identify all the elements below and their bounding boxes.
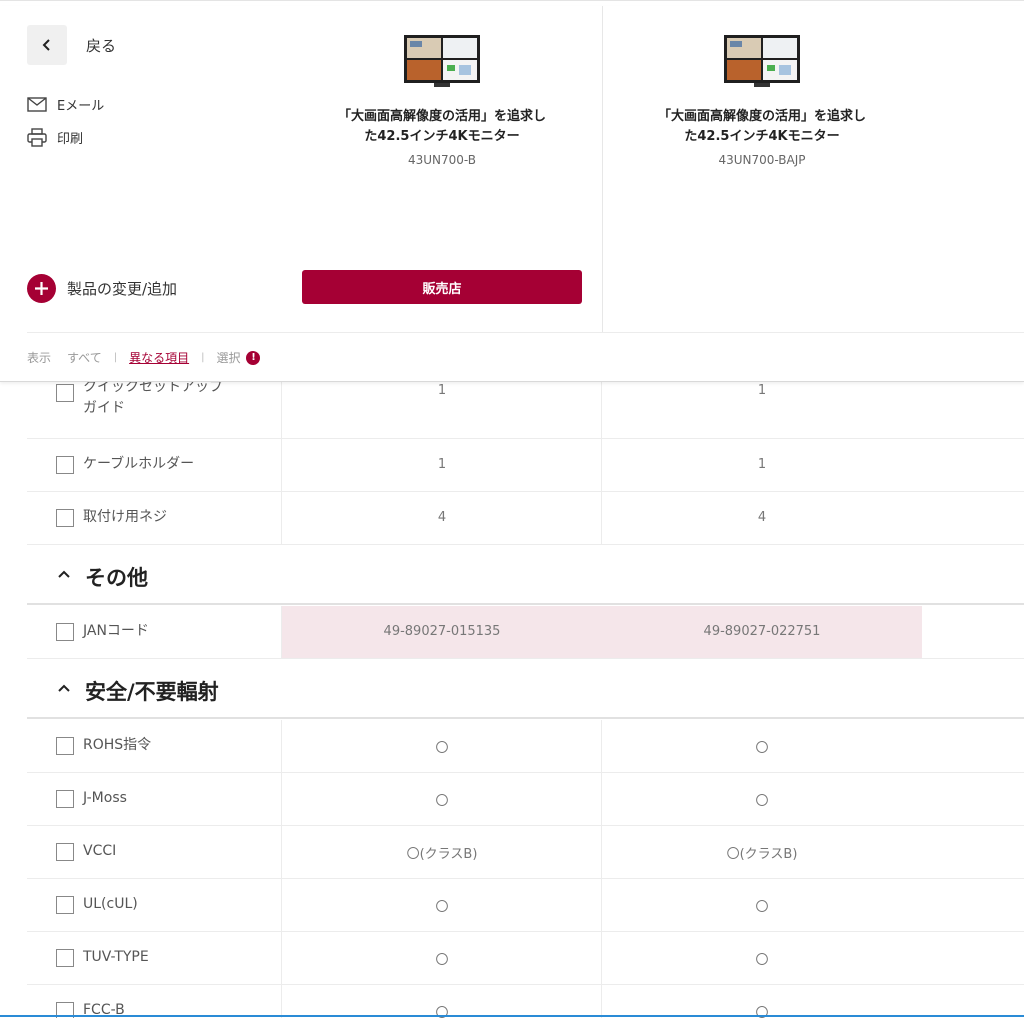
cell-value: 〇 bbox=[755, 900, 769, 915]
scroll-indicator-line bbox=[0, 1015, 1024, 1017]
row-checkbox[interactable] bbox=[56, 949, 74, 967]
cell-value: 1 bbox=[437, 457, 447, 472]
table-row-jan: JANコード 49-89027-015135 49-89027-022751 bbox=[27, 606, 1024, 659]
dealer-button[interactable]: 販売店 bbox=[302, 270, 582, 304]
row-checkbox[interactable] bbox=[56, 456, 74, 474]
row-label: VCCI bbox=[83, 843, 117, 859]
email-link[interactable]: Eメール bbox=[27, 95, 104, 114]
table-row: クイックセットアップ ガイド 1 1 bbox=[27, 382, 1024, 439]
section-other[interactable]: その他 bbox=[27, 545, 1024, 605]
row-label: J-Moss bbox=[83, 790, 127, 806]
row-checkbox[interactable] bbox=[56, 623, 74, 641]
row-checkbox[interactable] bbox=[56, 509, 74, 527]
row-checkbox[interactable] bbox=[56, 843, 74, 861]
add-product-label: 製品の変更/追加 bbox=[67, 280, 178, 298]
row-checkbox[interactable] bbox=[56, 737, 74, 755]
chevron-up-icon bbox=[58, 570, 70, 578]
info-icon[interactable]: ! bbox=[246, 350, 261, 365]
row-label: TUV-TYPE bbox=[83, 949, 149, 965]
add-product-button[interactable]: 製品の変更/追加 bbox=[27, 274, 177, 303]
product-model: 43UN700-BAJP bbox=[718, 153, 806, 167]
spec-table: クイックセットアップ ガイド 1 1 ケーブルホルダー 1 1 取付け用ネジ 4 … bbox=[0, 382, 1024, 1018]
row-label: UL(cUL) bbox=[83, 896, 138, 912]
cell-value: 〇 bbox=[435, 794, 449, 809]
section-safety[interactable]: 安全/不要輻射 bbox=[27, 659, 1024, 719]
table-row: FCC-B 〇 〇 bbox=[27, 985, 1024, 1018]
product-title[interactable]: 「大画面高解像度の活用」を追求し た42.5インチ4Kモニター bbox=[622, 107, 902, 147]
filter-all[interactable]: すべて bbox=[67, 349, 102, 366]
filter-different-items[interactable]: 異なる項目 bbox=[129, 349, 189, 366]
filter-bar: 表示 すべて | 異なる項目 | 選択 ! bbox=[27, 332, 1024, 382]
table-row: 取付け用ネジ 4 4 bbox=[27, 492, 1024, 545]
separator: | bbox=[113, 352, 118, 363]
row-label: JANコード bbox=[83, 623, 149, 639]
row-checkbox[interactable] bbox=[56, 384, 74, 402]
print-label: 印刷 bbox=[57, 132, 84, 147]
back-button[interactable] bbox=[27, 25, 67, 65]
table-row: ケーブルホルダー 1 1 bbox=[27, 439, 1024, 492]
filter-display-label: 表示 bbox=[27, 351, 52, 365]
monitor-image bbox=[724, 35, 800, 87]
cell-value: 49-89027-022751 bbox=[703, 624, 821, 639]
printer-icon bbox=[27, 128, 47, 147]
row-label: クイックセットアップ ガイド bbox=[83, 382, 223, 416]
cell-value: 1 bbox=[437, 383, 447, 398]
table-row: TUV-TYPE 〇 〇 bbox=[27, 932, 1024, 985]
back-label[interactable]: 戻る bbox=[86, 35, 116, 56]
product-title[interactable]: 「大画面高解像度の活用」を追求し た42.5インチ4Kモニター bbox=[302, 107, 582, 147]
monitor-image bbox=[404, 35, 480, 87]
product-model: 43UN700-B bbox=[407, 153, 477, 167]
row-checkbox[interactable] bbox=[56, 896, 74, 914]
chevron-left-icon bbox=[42, 39, 50, 51]
mail-icon bbox=[27, 97, 47, 112]
separator: | bbox=[201, 352, 205, 363]
cell-value: 1 bbox=[757, 457, 767, 472]
cell-value: 〇 bbox=[435, 741, 449, 756]
plus-icon bbox=[27, 274, 56, 303]
table-row: VCCI 〇(クラスB) 〇(クラスB) bbox=[27, 826, 1024, 879]
filter-selected[interactable]: 選択 bbox=[216, 349, 240, 366]
cell-value: 〇 bbox=[755, 741, 769, 756]
column-divider bbox=[602, 6, 603, 332]
cell-value: 1 bbox=[757, 383, 767, 398]
section-title: その他 bbox=[85, 566, 148, 590]
email-label: Eメール bbox=[57, 99, 105, 114]
chevron-up-icon bbox=[58, 684, 70, 692]
row-label: ROHS指令 bbox=[83, 737, 152, 753]
cell-value: 〇 bbox=[435, 953, 449, 968]
cell-value: 4 bbox=[437, 510, 447, 525]
section-title: 安全/不要輻射 bbox=[85, 680, 219, 704]
cell-value: 〇(クラスB) bbox=[726, 847, 798, 862]
table-row: UL(cUL) 〇 〇 bbox=[27, 879, 1024, 932]
row-label: 取付け用ネジ bbox=[83, 509, 167, 525]
compare-header: 戻る Eメール 印刷 製品の変更/追加 「大画面高解像度の活用」を追求し た42… bbox=[0, 6, 1024, 382]
table-row: J-Moss 〇 〇 bbox=[27, 773, 1024, 826]
row-checkbox[interactable] bbox=[56, 790, 74, 808]
cell-value: 〇(クラスB) bbox=[406, 847, 478, 862]
cell-value: 49-89027-015135 bbox=[383, 624, 501, 639]
table-row: ROHS指令 〇 〇 bbox=[27, 720, 1024, 773]
cell-value: 4 bbox=[757, 510, 767, 525]
row-label: ケーブルホルダー bbox=[83, 456, 195, 472]
print-link[interactable]: 印刷 bbox=[27, 128, 83, 147]
cell-value: 〇 bbox=[755, 953, 769, 968]
cell-value: 〇 bbox=[435, 900, 449, 915]
cell-value: 〇 bbox=[755, 794, 769, 809]
